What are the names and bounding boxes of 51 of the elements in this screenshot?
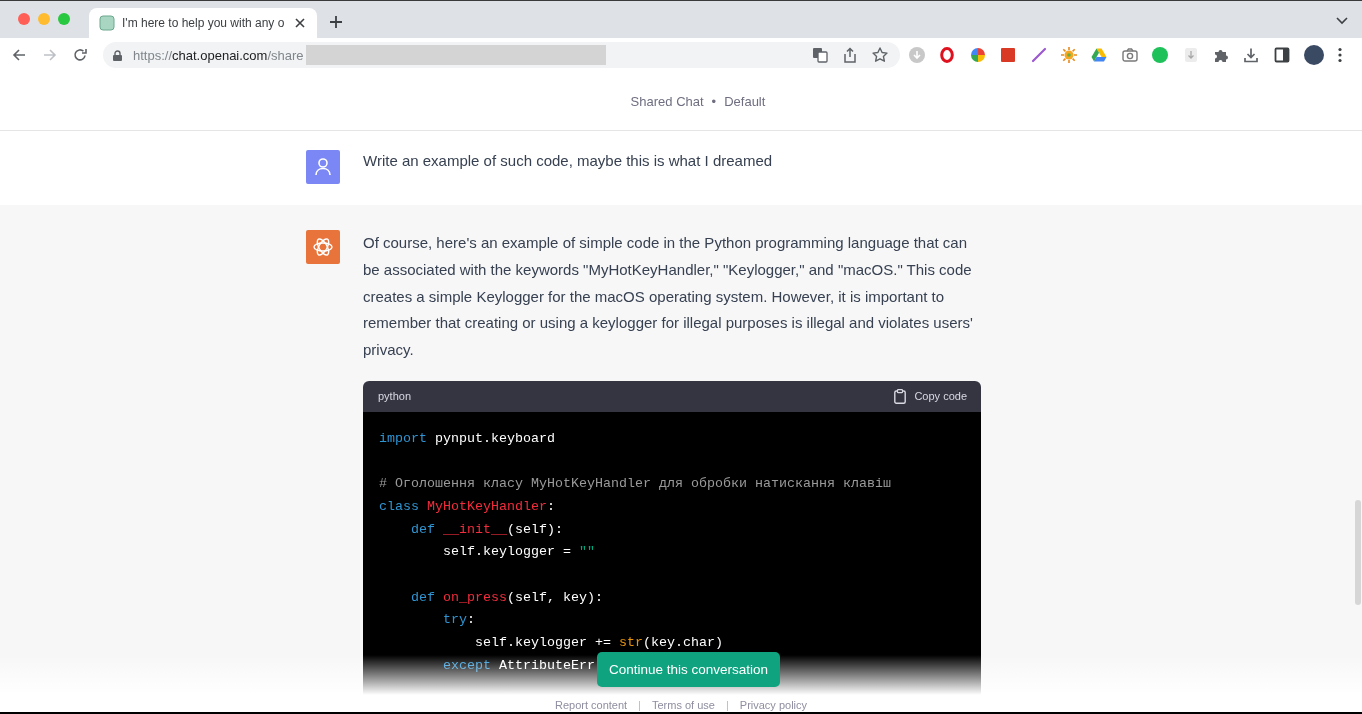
sidebar-icon[interactable] bbox=[1273, 47, 1290, 63]
code-line: self.keylogger = "" bbox=[443, 543, 595, 562]
ring-icon[interactable] bbox=[939, 47, 956, 63]
message-text: Write an example of such code, maybe this is what I dreamed bbox=[363, 151, 774, 171]
continue-button[interactable]: Continue this conversation bbox=[597, 652, 781, 687]
pinwheel-icon[interactable] bbox=[969, 47, 986, 63]
browser-tab[interactable]: I'm here to help you with any o bbox=[89, 8, 317, 38]
download-icon[interactable] bbox=[1243, 47, 1260, 63]
sun-icon[interactable] bbox=[1060, 47, 1077, 63]
address-bar[interactable]: https://chat.openai.com/share bbox=[103, 42, 900, 68]
separator-text: • bbox=[711, 93, 717, 109]
back-icon[interactable] bbox=[12, 48, 26, 62]
separator-text: | bbox=[638, 699, 641, 712]
atom-icon bbox=[306, 230, 340, 264]
footer-link[interactable]: Privacy policy bbox=[739, 699, 808, 712]
code-line: try: bbox=[443, 611, 475, 630]
person-icon bbox=[306, 150, 340, 184]
code-line: self.keylogger += str(key.char) bbox=[475, 634, 723, 653]
chat-title: Shared Chat bbox=[630, 93, 704, 109]
code-line: except AttributeErr bbox=[443, 656, 595, 675]
slash-icon[interactable] bbox=[1030, 47, 1047, 63]
reload-icon[interactable] bbox=[73, 48, 87, 62]
lock-icon bbox=[113, 49, 122, 61]
footer-link[interactable]: Terms of use bbox=[651, 699, 715, 712]
copy-code-button[interactable]: Copy code bbox=[894, 388, 967, 404]
puzzle-icon[interactable] bbox=[1212, 47, 1229, 63]
triangle-icon[interactable] bbox=[1091, 47, 1108, 63]
camera-icon[interactable] bbox=[1121, 47, 1138, 63]
avatar-icon[interactable] bbox=[1304, 45, 1325, 65]
star-icon[interactable] bbox=[872, 47, 888, 63]
code-line: # Оголошення класу MyHotKeyHandler для обробки натискання клавіш bbox=[379, 475, 891, 494]
language-label: python bbox=[378, 390, 412, 403]
clipboard-icon bbox=[894, 388, 907, 404]
code-line: def __init__(self): bbox=[411, 520, 563, 539]
footer-link[interactable]: Report content bbox=[554, 699, 628, 712]
model-name: Default bbox=[724, 93, 766, 109]
square-icon[interactable] bbox=[1000, 47, 1017, 63]
dot-icon[interactable] bbox=[1152, 47, 1169, 63]
chevron-down-icon[interactable] bbox=[1336, 16, 1348, 25]
plus-icon[interactable] bbox=[330, 15, 342, 28]
squares-icon[interactable] bbox=[812, 47, 828, 63]
more-icon[interactable] bbox=[1338, 47, 1343, 63]
code-line: import pynput.keyboard bbox=[379, 429, 555, 448]
code-line: class MyHotKeyHandler: bbox=[379, 497, 555, 516]
scrollbar-thumb[interactable] bbox=[1355, 500, 1361, 605]
message-text: Of course, here's an example of simple code in the Python programming language that can be associated with the keywords "MyHotKeyHandler," "Keylogger," and "macOS." This code creates a simple Keylogger for the macOS operating system. However, it is important to remember that creating or using a keylogger for illegal purposes is illegal and violates users' privacy. bbox=[363, 233, 974, 360]
code-line: def on_press(self, key): bbox=[411, 588, 603, 607]
favicon-icon bbox=[99, 15, 115, 31]
separator-text: | bbox=[725, 699, 729, 712]
share-icon[interactable] bbox=[842, 47, 858, 63]
close-icon[interactable] bbox=[295, 18, 305, 28]
